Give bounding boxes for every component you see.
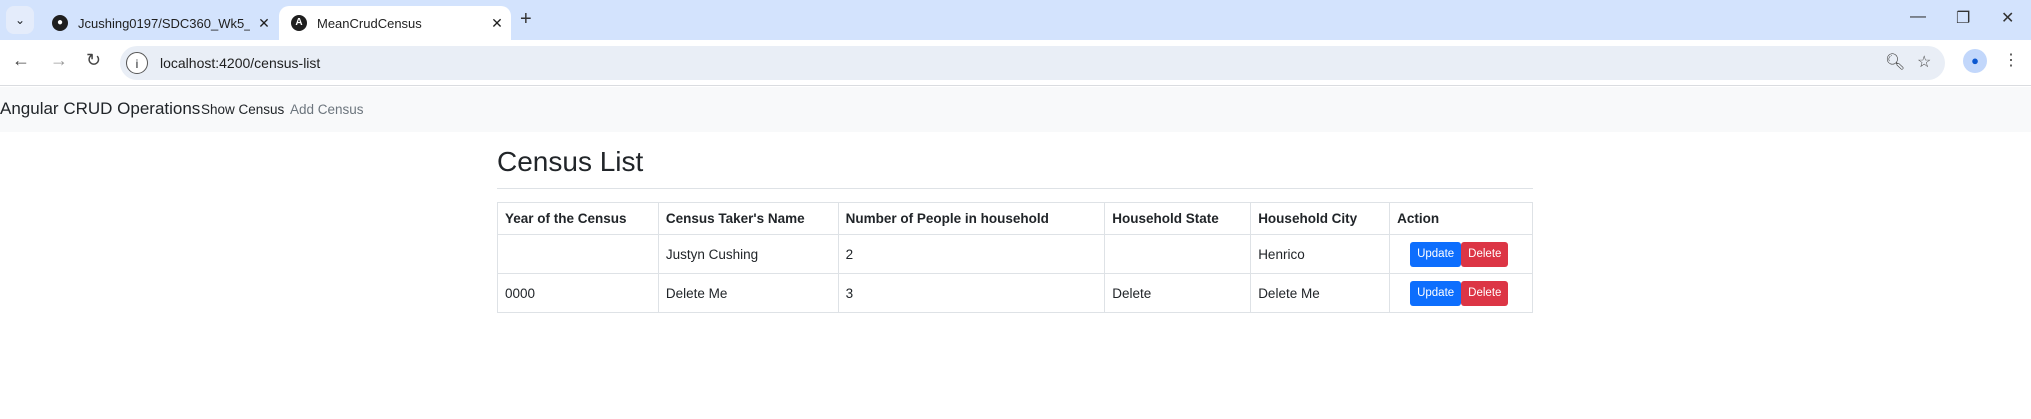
tab-search-button[interactable]: ⌄ bbox=[6, 6, 34, 34]
cell-action: Update Delete bbox=[1389, 234, 1533, 274]
menu-icon[interactable]: ⋮ bbox=[2003, 50, 2019, 70]
close-tab-icon[interactable]: ✕ bbox=[483, 15, 511, 32]
delete-button[interactable]: Delete bbox=[1461, 280, 1509, 306]
tab-title: Jcushing0197/SDC360_Wk5_Fina bbox=[78, 15, 250, 31]
update-button[interactable]: Update bbox=[1410, 241, 1462, 267]
table-header: Year of the Census Census Taker's Name N… bbox=[497, 202, 1533, 235]
url-text[interactable]: localhost:4200/census-list bbox=[160, 55, 320, 71]
cell-city: Henrico bbox=[1250, 234, 1391, 274]
tab-strip: ⌄ ● Jcushing0197/SDC360_Wk5_Fina ✕ A Mea… bbox=[0, 0, 2031, 40]
minimize-button[interactable]: — bbox=[1910, 8, 1926, 26]
tab-meancrudcensus[interactable]: A MeanCrudCensus ✕ bbox=[279, 6, 511, 40]
cell-state bbox=[1104, 234, 1252, 274]
app-navbar: Angular CRUD Operations Show Census Add … bbox=[0, 87, 2031, 132]
divider bbox=[497, 188, 1533, 189]
cell-year bbox=[497, 234, 659, 274]
col-year: Year of the Census bbox=[497, 202, 659, 235]
delete-button[interactable]: Delete bbox=[1461, 241, 1509, 267]
close-tab-icon[interactable]: ✕ bbox=[250, 15, 278, 32]
nav-add-census[interactable]: Add Census bbox=[290, 102, 364, 117]
col-name: Census Taker's Name bbox=[657, 202, 839, 235]
tab-github[interactable]: ● Jcushing0197/SDC360_Wk5_Fina ✕ bbox=[40, 6, 278, 40]
reload-button[interactable]: ↻ bbox=[86, 50, 101, 71]
github-icon: ● bbox=[52, 15, 68, 31]
table-row: Justyn Cushing 2 Henrico Update Delete bbox=[497, 234, 1533, 274]
back-button[interactable]: ← bbox=[12, 50, 30, 71]
address-bar[interactable]: i localhost:4200/census-list 🔍︎ ☆ bbox=[120, 46, 1945, 80]
col-city: Household City bbox=[1250, 202, 1391, 235]
restore-button[interactable]: ❐ bbox=[1956, 8, 1970, 28]
cell-name: Justyn Cushing bbox=[657, 234, 839, 274]
col-action: Action bbox=[1389, 202, 1533, 235]
new-tab-button[interactable]: + bbox=[520, 8, 532, 31]
angular-icon: A bbox=[291, 15, 307, 31]
col-state: Household State bbox=[1104, 202, 1252, 235]
cell-people: 2 bbox=[837, 234, 1106, 274]
col-people: Number of People in household bbox=[837, 202, 1106, 235]
zoom-icon[interactable]: 🔍︎ bbox=[1885, 52, 1905, 72]
cell-name: Delete Me bbox=[657, 273, 839, 313]
nav-show-census[interactable]: Show Census bbox=[201, 102, 284, 117]
census-table: Year of the Census Census Taker's Name N… bbox=[497, 202, 1533, 313]
navbar-brand[interactable]: Angular CRUD Operations bbox=[0, 99, 200, 119]
cell-action: Update Delete bbox=[1389, 273, 1533, 313]
close-window-button[interactable]: ✕ bbox=[2001, 8, 2014, 28]
cell-year: 0000 bbox=[497, 273, 659, 313]
toolbar: ← → ↻ i localhost:4200/census-list 🔍︎ ☆ … bbox=[0, 40, 2031, 86]
update-button[interactable]: Update bbox=[1410, 280, 1462, 306]
profile-avatar[interactable]: ● bbox=[1963, 49, 1987, 73]
tab-title: MeanCrudCensus bbox=[317, 15, 422, 31]
cell-state: Delete bbox=[1104, 273, 1252, 313]
cell-city: Delete Me bbox=[1250, 273, 1391, 313]
forward-button[interactable]: → bbox=[50, 50, 68, 71]
table-row: 0000 Delete Me 3 Delete Delete Me Update… bbox=[497, 273, 1533, 313]
site-info-icon[interactable]: i bbox=[126, 52, 148, 74]
page-title: Census List bbox=[497, 146, 644, 177]
cell-people: 3 bbox=[837, 273, 1106, 313]
bookmark-star-icon[interactable]: ☆ bbox=[1917, 52, 1931, 72]
